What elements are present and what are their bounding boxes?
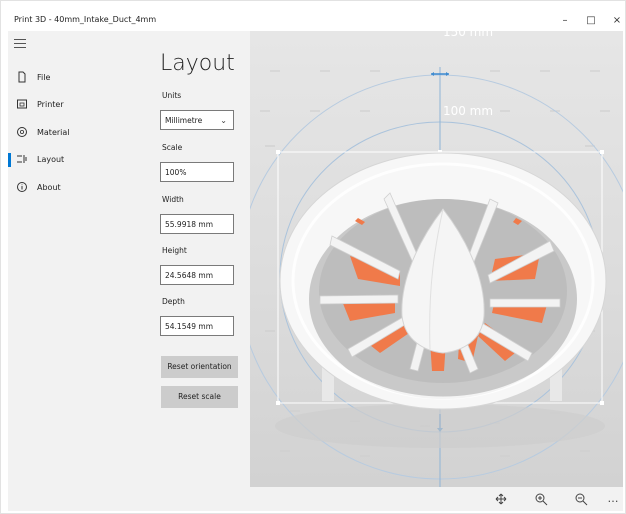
ring-label-100: 100 mm (443, 104, 493, 118)
minimize-button[interactable]: – (556, 12, 574, 28)
maximize-button[interactable]: □ (582, 12, 600, 28)
nav-rail: File Printer Material Layout About (8, 31, 149, 511)
printer-icon (17, 99, 27, 109)
depth-field[interactable]: 54.1549 mm (160, 316, 234, 336)
info-icon (17, 182, 27, 192)
page-title: Layout (160, 51, 235, 76)
window-title: Print 3D - 40mm_Intake_Duct_4mm (14, 15, 157, 24)
depth-label: Depth (162, 297, 185, 306)
viewport-toolbar: … (250, 487, 623, 511)
reset-orientation-button[interactable]: Reset orientation (161, 356, 238, 378)
ring-label-150: 150 mm (443, 31, 493, 39)
nav-item-file[interactable]: File (8, 67, 149, 89)
units-label: Units (162, 91, 182, 100)
scale-field[interactable]: 100% (160, 162, 234, 182)
nav-item-label: About (37, 183, 61, 192)
part-shadow (275, 404, 605, 448)
3d-viewport[interactable]: 150 mm 100 mm (250, 31, 623, 487)
nav-item-label: Layout (37, 155, 65, 164)
zoom-in-icon[interactable] (533, 491, 549, 507)
chevron-down-icon: ⌄ (220, 116, 227, 125)
file-icon (18, 71, 26, 83)
nav-item-layout[interactable]: Layout (8, 149, 149, 171)
nav-item-material[interactable]: Material (8, 122, 149, 144)
pan-icon[interactable] (493, 491, 509, 507)
reset-scale-button[interactable]: Reset scale (161, 386, 238, 408)
units-dropdown[interactable]: Millimetre ⌄ (160, 110, 234, 130)
layout-pane: Layout Units Millimetre ⌄ Scale 100% Wid… (149, 31, 250, 511)
title-bar: Print 3D - 40mm_Intake_Duct_4mm – □ × (8, 9, 622, 31)
nav-item-printer[interactable]: Printer (8, 94, 149, 116)
width-label: Width (162, 195, 184, 204)
nav-item-label: Material (37, 128, 70, 137)
nav-item-label: Printer (37, 100, 64, 109)
intake-duct-model[interactable] (279, 152, 607, 410)
active-indicator (8, 153, 11, 167)
height-field[interactable]: 24.5648 mm (160, 265, 234, 285)
material-icon (17, 127, 27, 137)
layout-icon (17, 155, 27, 163)
close-button[interactable]: × (608, 12, 626, 28)
nav-item-about[interactable]: About (8, 177, 149, 199)
hamburger-icon[interactable] (14, 39, 26, 49)
width-field[interactable]: 55.9918 mm (160, 214, 234, 234)
height-label: Height (162, 246, 187, 255)
units-value: Millimetre (165, 116, 203, 125)
build-plate-scene[interactable]: 150 mm 100 mm (250, 31, 623, 487)
zoom-out-icon[interactable] (573, 491, 589, 507)
scale-label: Scale (162, 143, 183, 152)
more-options-button[interactable]: … (605, 491, 621, 507)
nav-item-label: File (37, 73, 51, 82)
